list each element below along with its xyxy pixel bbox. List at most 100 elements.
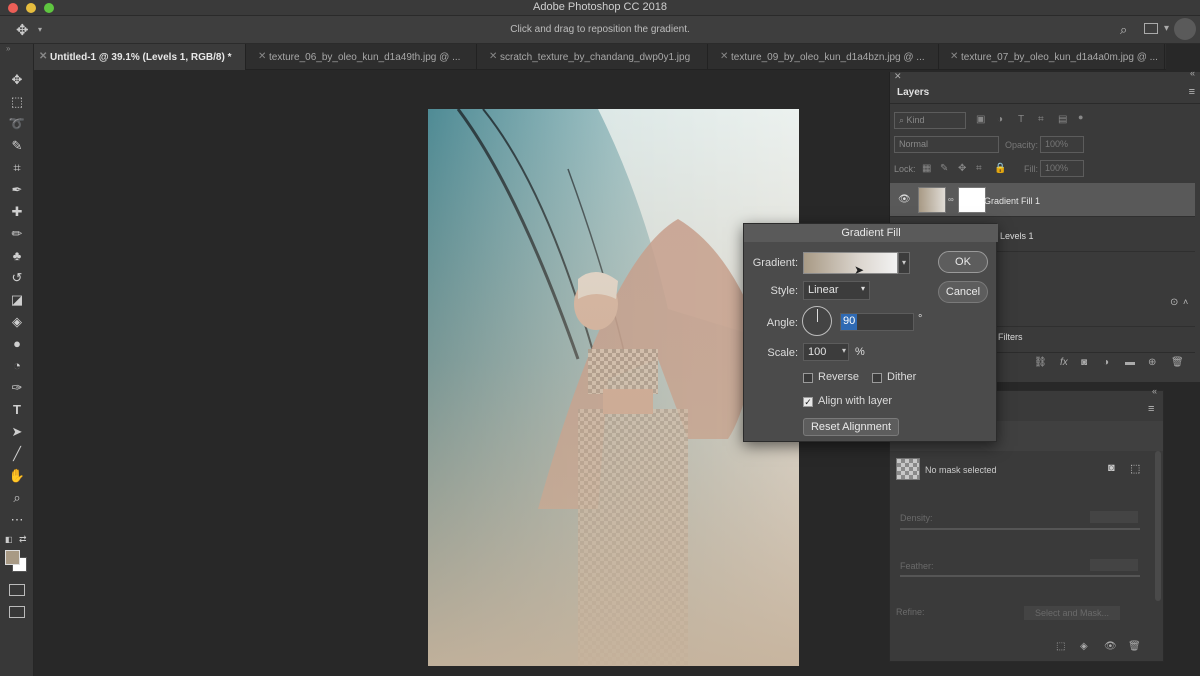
select-and-mask-button[interactable]: Select and Mask... bbox=[1024, 606, 1120, 620]
close-tab-icon[interactable]: ✕ bbox=[720, 51, 728, 62]
filter-adjustment-icon[interactable]: ◑ bbox=[997, 114, 1003, 125]
visibility-eye-icon[interactable]: 👁 bbox=[898, 194, 911, 205]
angle-field[interactable]: 90 bbox=[840, 313, 914, 331]
add-mask-icon[interactable]: ◙ bbox=[1081, 357, 1087, 368]
tab-texture-07[interactable]: ✕ texture_07_by_oleo_kun_d1a4a0m.jpg @ ..… bbox=[945, 44, 1165, 70]
load-selection-icon[interactable]: ⬚ bbox=[1056, 641, 1065, 652]
style-select[interactable]: Linear ▾ bbox=[803, 281, 870, 300]
eyedropper-icon[interactable]: ✒ bbox=[7, 181, 27, 199]
collapse-panel-icon[interactable]: « bbox=[1190, 68, 1195, 78]
healing-icon[interactable]: ✚ bbox=[7, 203, 27, 221]
opacity-field[interactable]: 100% bbox=[1040, 136, 1084, 153]
ok-button[interactable]: OK bbox=[938, 251, 988, 273]
blur-icon[interactable]: ● bbox=[7, 335, 27, 353]
move-icon[interactable]: ✥ bbox=[7, 71, 27, 89]
trash-icon[interactable]: 🗑 bbox=[1171, 357, 1184, 368]
feather-field[interactable] bbox=[1090, 559, 1138, 571]
swap-colors-icon[interactable]: ⇄ bbox=[19, 534, 27, 545]
layer-thumbnail[interactable] bbox=[918, 187, 946, 213]
filter-toggle-icon[interactable]: ● bbox=[1078, 112, 1083, 122]
layer-mask-thumbnail[interactable] bbox=[958, 187, 986, 213]
dither-checkbox[interactable] bbox=[872, 373, 882, 383]
collapse-panel-icon[interactable]: « bbox=[1152, 386, 1157, 396]
tab-texture-06[interactable]: ✕ texture_06_by_oleo_kun_d1a49th.jpg @ ..… bbox=[253, 44, 477, 70]
layer-filter-select[interactable]: ⌕ Kind bbox=[894, 112, 966, 129]
search-icon[interactable]: ⌕ bbox=[1120, 22, 1127, 38]
brush-icon[interactable]: ✏ bbox=[7, 225, 27, 243]
lock-transparent-icon[interactable]: ▦ bbox=[922, 163, 931, 174]
dither-label: Dither bbox=[887, 371, 917, 383]
panel-menu-icon[interactable]: ≡ bbox=[1189, 86, 1195, 98]
foreground-color-swatch[interactable] bbox=[5, 550, 20, 565]
gradient-picker-chevron-icon[interactable]: ▾ bbox=[898, 252, 910, 274]
layers-tab[interactable]: Layers ≡ bbox=[890, 82, 1200, 104]
hand-icon[interactable]: ✋ bbox=[7, 467, 27, 485]
paint-bucket-icon[interactable]: ◈ bbox=[7, 313, 27, 331]
lock-artboard-icon[interactable]: ⌗ bbox=[976, 163, 982, 174]
visibility-eye-icon[interactable]: 👁 bbox=[1104, 641, 1117, 652]
quick-select-icon[interactable]: ✎ bbox=[7, 137, 27, 155]
fill-field[interactable]: 100% bbox=[1040, 160, 1084, 177]
dodge-icon[interactable]: ◔ bbox=[7, 357, 27, 375]
lock-all-icon[interactable]: 🔒 bbox=[994, 163, 1006, 174]
tab-scratch-texture[interactable]: ✕ scratch_texture_by_chandang_dwp0y1.jpg bbox=[484, 44, 708, 70]
quick-mask-icon[interactable] bbox=[9, 584, 25, 596]
workspace-icon[interactable] bbox=[1144, 23, 1158, 34]
close-panel-icon[interactable]: ✕ bbox=[894, 71, 902, 82]
new-layer-icon[interactable]: ⊕ bbox=[1148, 357, 1156, 368]
cancel-button[interactable]: Cancel bbox=[938, 281, 988, 303]
panel-menu-icon[interactable]: ≡ bbox=[1148, 403, 1154, 415]
link-icon[interactable]: ∞ bbox=[948, 195, 954, 204]
density-field[interactable] bbox=[1090, 511, 1138, 523]
properties-scrollbar[interactable] bbox=[1155, 451, 1161, 601]
feather-slider[interactable] bbox=[900, 575, 1140, 577]
filter-type-icon[interactable]: T bbox=[1018, 114, 1024, 125]
zoom-icon[interactable]: ⌕ bbox=[7, 489, 27, 507]
reverse-checkbox[interactable] bbox=[803, 373, 813, 383]
eraser-icon[interactable]: ◪ bbox=[7, 291, 27, 309]
screen-mode-icon[interactable] bbox=[9, 606, 25, 618]
reset-alignment-button[interactable]: Reset Alignment bbox=[803, 418, 899, 436]
share-icon[interactable] bbox=[1174, 18, 1196, 40]
filter-smart-object-icon[interactable]: ▤ bbox=[1058, 114, 1067, 125]
trash-icon[interactable]: 🗑 bbox=[1128, 641, 1141, 652]
path-select-icon[interactable]: ➤ bbox=[7, 423, 27, 441]
vector-mask-icon[interactable]: ⬚ bbox=[1130, 462, 1140, 475]
density-slider[interactable] bbox=[900, 528, 1140, 530]
default-colors-icon[interactable]: ◧ bbox=[5, 535, 13, 544]
type-icon[interactable]: T bbox=[7, 401, 27, 419]
marquee-icon[interactable]: ⬚ bbox=[7, 93, 27, 111]
layer-row-gradient-fill-1[interactable]: 👁 ∞ Gradient Fill 1 bbox=[890, 183, 1195, 217]
layer-style-icon[interactable]: fx bbox=[1060, 357, 1068, 368]
angle-dial[interactable] bbox=[802, 306, 832, 336]
filter-pixel-icon[interactable]: ▣ bbox=[976, 114, 985, 125]
crop-icon[interactable]: ⌗ bbox=[7, 159, 27, 177]
scale-chevron-icon[interactable]: ▾ bbox=[842, 346, 846, 355]
blend-mode-select[interactable]: Normal bbox=[894, 136, 999, 153]
close-tab-icon[interactable]: ✕ bbox=[39, 51, 47, 62]
pen-icon[interactable]: ✑ bbox=[7, 379, 27, 397]
stamp-icon[interactable]: ♣ bbox=[7, 247, 27, 265]
lock-position-icon[interactable]: ✥ bbox=[958, 163, 966, 174]
more-icon[interactable]: ⋯ bbox=[7, 511, 27, 529]
line-icon[interactable]: ╱ bbox=[7, 445, 27, 463]
history-brush-icon[interactable]: ↺ bbox=[7, 269, 27, 287]
filter-shape-icon[interactable]: ⌗ bbox=[1038, 114, 1044, 125]
pixel-mask-icon[interactable]: ◙ bbox=[1108, 462, 1115, 474]
adjustment-layer-icon[interactable]: ◑ bbox=[1103, 357, 1109, 368]
collapse-toolbar-icon[interactable]: » bbox=[6, 44, 10, 53]
group-folder-icon[interactable]: ▬ bbox=[1125, 357, 1135, 368]
close-tab-icon[interactable]: ✕ bbox=[489, 51, 497, 62]
close-tab-icon[interactable]: ✕ bbox=[950, 51, 958, 62]
close-tab-icon[interactable]: ✕ bbox=[258, 51, 266, 62]
align-with-layer-checkbox[interactable]: ✓ bbox=[803, 397, 813, 407]
link-layers-icon[interactable]: ⛓ bbox=[1034, 357, 1047, 368]
tab-texture-09[interactable]: ✕ texture_09_by_oleo_kun_d1a4bzn.jpg @ ..… bbox=[715, 44, 939, 70]
lock-image-icon[interactable]: ✎ bbox=[940, 163, 948, 174]
workspace-chevron-icon[interactable]: ▾ bbox=[1164, 23, 1169, 34]
chevron-up-icon[interactable]: ˄ bbox=[1183, 297, 1188, 307]
tab-untitled-1[interactable]: ✕ Untitled-1 @ 39.1% (Levels 1, RGB/8) * bbox=[34, 44, 246, 70]
lasso-icon[interactable]: ➰ bbox=[7, 115, 27, 133]
apply-mask-icon[interactable]: ◈ bbox=[1080, 641, 1088, 652]
gradient-preview[interactable] bbox=[803, 252, 898, 274]
